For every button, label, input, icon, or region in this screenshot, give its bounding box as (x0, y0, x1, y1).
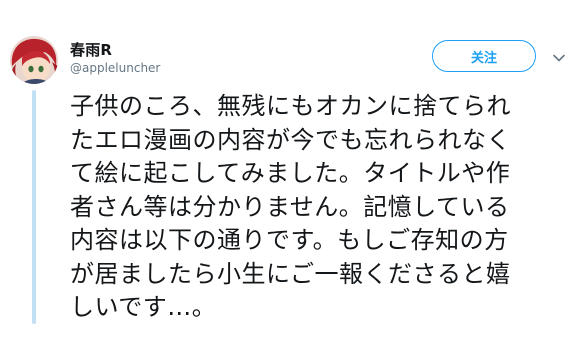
tweet-text-line: しいです…。 (70, 293, 217, 321)
tweet-text-line: 者さん等は分かりません。記憶している (70, 192, 510, 221)
tweet-text-line: て絵に起こしてみました。タイトルや作 (70, 159, 511, 187)
tweet-card: 春雨R @appleluncher 关注 子供のころ、無残にもオカンに捨てられ … (0, 0, 580, 342)
tweet-text-line: 内容は以下の通りです。もしご存知の方 (70, 226, 509, 254)
tweet-text-line: が居ましたら小生にご一報くださると嬉 (70, 259, 511, 288)
tweet-text: 子供のころ、無残にもオカンに捨てられ たエロ漫画の内容が今でも忘れられなく て絵… (70, 90, 564, 325)
author-handle[interactable]: @appleluncher (70, 61, 160, 75)
follow-button[interactable]: 关注 (432, 40, 536, 72)
tweet-text-line: たエロ漫画の内容が今でも忘れられなく (70, 125, 511, 154)
tweet-text-line: 子供のころ、無残にもオカンに捨てられ (70, 92, 511, 120)
author-display-name[interactable]: 春雨R (70, 39, 112, 60)
thread-line (32, 90, 36, 324)
avatar-image (10, 36, 58, 84)
chevron-down-icon[interactable] (552, 50, 566, 64)
avatar[interactable] (10, 36, 58, 84)
